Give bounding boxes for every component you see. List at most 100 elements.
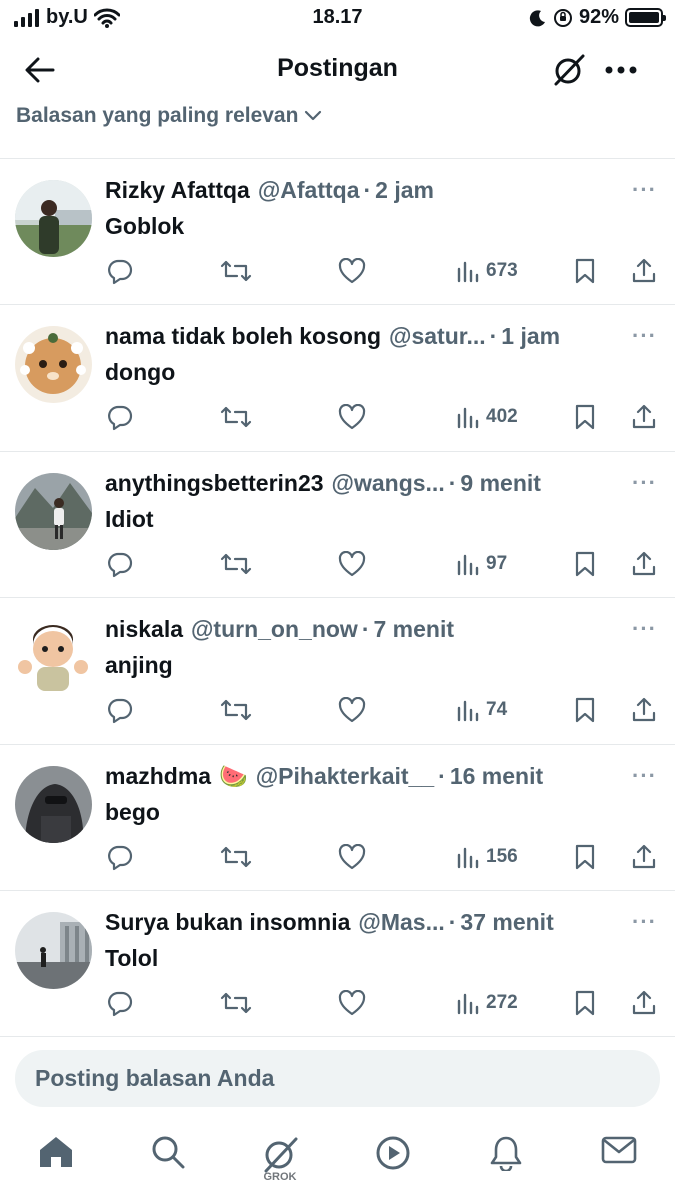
reply-button[interactable] bbox=[106, 985, 134, 1021]
bell-icon bbox=[490, 1136, 522, 1171]
views-button[interactable]: 272 bbox=[456, 985, 518, 1021]
like-button[interactable] bbox=[338, 253, 366, 289]
reply-input-placeholder[interactable]: Posting balasan Anda bbox=[35, 1065, 274, 1092]
author-handle[interactable]: @Afattqa bbox=[258, 177, 360, 204]
bookmark-button[interactable] bbox=[574, 839, 596, 875]
avatar[interactable] bbox=[15, 472, 92, 550]
bookmark-button[interactable] bbox=[574, 692, 596, 728]
reply-item[interactable]: niskala @turn_on_now · 7 menit ··· anjin… bbox=[0, 598, 675, 745]
heart-icon bbox=[338, 550, 366, 576]
author-name[interactable]: Rizky Afattqa bbox=[105, 177, 250, 204]
reply-button[interactable] bbox=[106, 253, 134, 289]
nav-messages[interactable] bbox=[589, 1135, 649, 1195]
nav-search[interactable] bbox=[138, 1135, 198, 1195]
reply-item[interactable]: mazhdma 🍉 @Pihakterkait__ · 16 menit ···… bbox=[0, 745, 675, 891]
bookmark-icon bbox=[575, 551, 595, 576]
share-button[interactable] bbox=[632, 692, 656, 728]
avatar[interactable] bbox=[15, 911, 92, 989]
reply-text: anjing bbox=[105, 652, 173, 679]
reply-item[interactable]: Rizky Afattqa @Afattqa · 2 jam ··· Goblo… bbox=[0, 159, 675, 306]
play-circle-icon bbox=[376, 1136, 410, 1170]
like-button[interactable] bbox=[338, 839, 366, 875]
comment-icon bbox=[108, 845, 133, 870]
share-button[interactable] bbox=[632, 839, 656, 875]
separator-dot: · bbox=[363, 177, 372, 203]
author-handle[interactable]: @satur... bbox=[389, 323, 486, 350]
reply-more-button[interactable]: ··· bbox=[632, 323, 657, 349]
reply-more-button[interactable]: ··· bbox=[632, 616, 657, 642]
bookmark-button[interactable] bbox=[574, 399, 596, 435]
author-name[interactable]: mazhdma bbox=[105, 763, 211, 790]
moon-icon bbox=[529, 9, 545, 26]
grok-button[interactable] bbox=[549, 50, 589, 90]
bookmark-button[interactable] bbox=[574, 546, 596, 582]
reply-header: Surya bukan insomnia @Mas... · 37 menit bbox=[105, 909, 615, 936]
nav-notifications[interactable] bbox=[476, 1135, 536, 1195]
reply-button[interactable] bbox=[106, 692, 134, 728]
separator-dot: · bbox=[438, 762, 446, 789]
share-button[interactable] bbox=[632, 985, 656, 1021]
share-button[interactable] bbox=[632, 253, 656, 289]
views-button[interactable]: 673 bbox=[456, 253, 518, 289]
repost-icon bbox=[220, 700, 252, 721]
separator-dot: · bbox=[489, 323, 498, 350]
reply-more-button[interactable]: ··· bbox=[632, 909, 657, 935]
repost-button[interactable] bbox=[220, 253, 252, 289]
author-handle[interactable]: @turn_on_now bbox=[191, 616, 358, 643]
nav-home[interactable] bbox=[26, 1135, 86, 1195]
reply-more-button[interactable]: ··· bbox=[632, 470, 657, 496]
author-handle[interactable]: @Pihakterkait__ bbox=[256, 763, 434, 790]
reply-text: bego bbox=[105, 798, 160, 825]
heart-icon bbox=[338, 404, 366, 430]
repost-icon bbox=[220, 992, 252, 1014]
author-name[interactable]: niskala bbox=[105, 616, 183, 643]
reply-button[interactable] bbox=[106, 839, 134, 875]
bookmark-button[interactable] bbox=[574, 253, 596, 289]
reply-more-button[interactable]: ··· bbox=[632, 177, 657, 203]
repost-button[interactable] bbox=[220, 839, 252, 875]
author-handle[interactable]: @Mas... bbox=[358, 909, 444, 936]
repost-button[interactable] bbox=[220, 399, 252, 435]
like-button[interactable] bbox=[338, 546, 366, 582]
views-button[interactable]: 402 bbox=[456, 399, 518, 435]
nav-grok-label: GROK bbox=[263, 1171, 297, 1183]
bar-chart-icon bbox=[457, 847, 479, 868]
more-options-button[interactable] bbox=[601, 50, 641, 90]
views-button[interactable]: 156 bbox=[456, 839, 518, 875]
bookmark-button[interactable] bbox=[574, 985, 596, 1021]
avatar[interactable] bbox=[15, 180, 92, 257]
sort-selector[interactable]: Balasan yang paling relevan bbox=[16, 104, 322, 128]
author-name[interactable]: nama tidak boleh kosong bbox=[105, 323, 381, 350]
nav-video[interactable] bbox=[363, 1135, 423, 1195]
author-name[interactable]: anythingsbetterin23 bbox=[105, 470, 324, 497]
avatar[interactable] bbox=[15, 326, 92, 404]
avatar[interactable] bbox=[15, 765, 92, 843]
heart-icon bbox=[338, 697, 366, 723]
repost-button[interactable] bbox=[220, 985, 252, 1021]
reply-button[interactable] bbox=[106, 399, 134, 435]
reply-item[interactable]: anythingsbetterin23 @wangs... · 9 menit … bbox=[0, 452, 675, 599]
grok-icon bbox=[554, 54, 585, 86]
views-button[interactable]: 74 bbox=[456, 692, 507, 728]
views-button[interactable]: 97 bbox=[456, 546, 507, 582]
author-name[interactable]: Surya bukan insomnia bbox=[105, 909, 350, 936]
avatar[interactable] bbox=[15, 619, 92, 697]
reply-more-button[interactable]: ··· bbox=[632, 763, 657, 789]
repost-button[interactable] bbox=[220, 546, 252, 582]
share-button[interactable] bbox=[632, 399, 656, 435]
bookmark-icon bbox=[575, 844, 595, 869]
like-button[interactable] bbox=[338, 692, 366, 728]
reply-item[interactable]: nama tidak boleh kosong @satur... · 1 ja… bbox=[0, 305, 675, 452]
comment-icon bbox=[108, 991, 133, 1017]
reply-button[interactable] bbox=[106, 546, 134, 582]
like-button[interactable] bbox=[338, 399, 366, 435]
nav-grok[interactable]: GROK bbox=[250, 1135, 310, 1195]
author-handle[interactable]: @wangs... bbox=[332, 470, 445, 497]
battery-percent: 92% bbox=[578, 6, 619, 28]
repost-button[interactable] bbox=[220, 692, 252, 728]
like-button[interactable] bbox=[338, 985, 366, 1021]
share-button[interactable] bbox=[632, 546, 656, 582]
reply-composer[interactable]: Posting balasan Anda bbox=[15, 1050, 660, 1107]
reply-item[interactable]: Surya bukan insomnia @Mas... · 37 menit … bbox=[0, 891, 675, 1038]
share-icon bbox=[632, 258, 656, 283]
